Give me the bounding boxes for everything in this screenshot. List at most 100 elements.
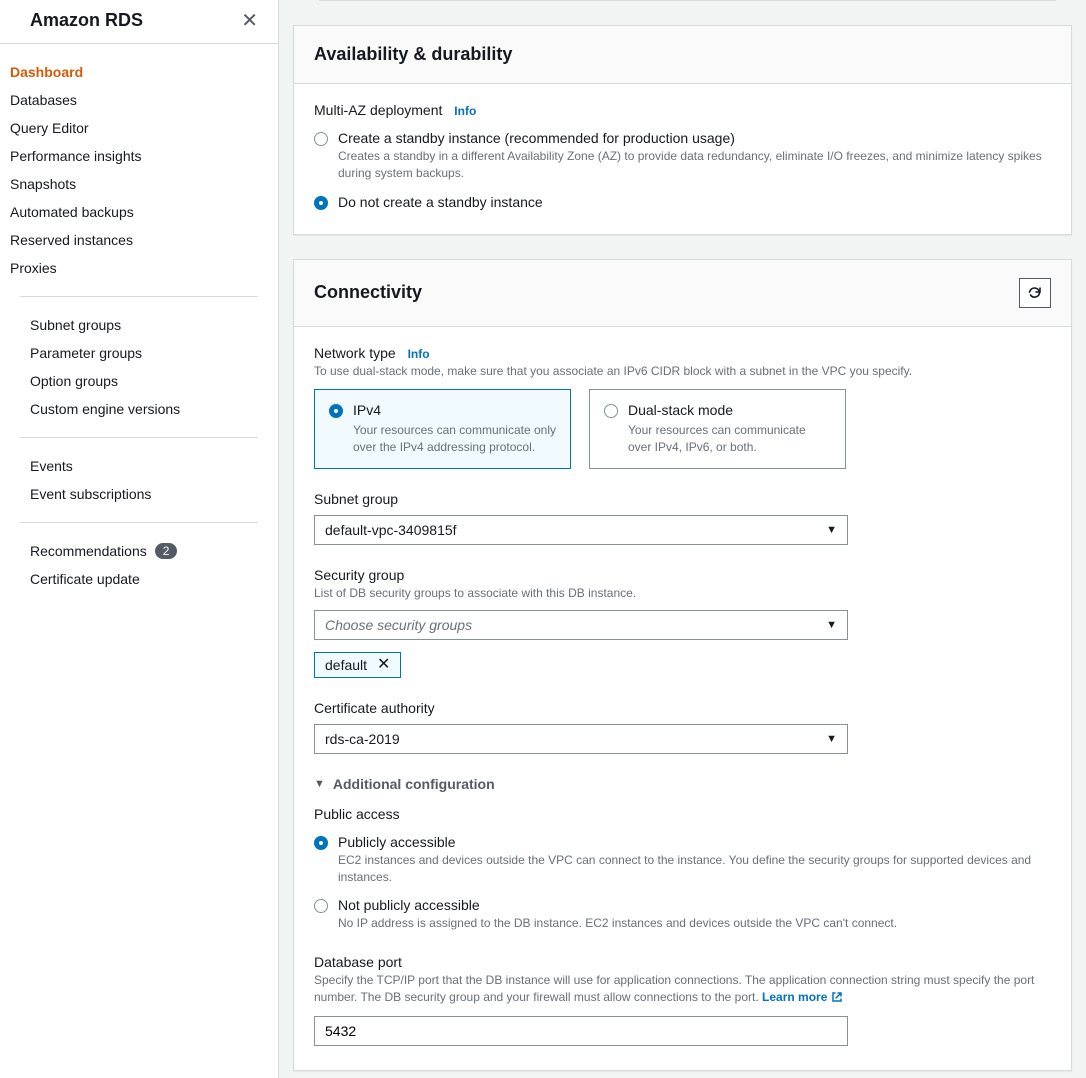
network-type-label: Network type [314, 345, 396, 361]
port-label: Database port [314, 954, 1051, 970]
public-access-label: Public access [314, 806, 1051, 822]
refresh-button[interactable] [1019, 278, 1051, 308]
security-group-select[interactable]: Choose security groups ▼ [314, 610, 848, 640]
public-opt2-title: Not publicly accessible [338, 897, 1051, 913]
availability-header: Availability & durability [294, 26, 1071, 84]
radio-no-standby[interactable]: Do not create a standby instance [314, 194, 1051, 210]
port-help-text: Specify the TCP/IP port that the DB inst… [314, 973, 1034, 1004]
ca-value: rds-ca-2019 [325, 731, 400, 747]
port-help: Specify the TCP/IP port that the DB inst… [314, 972, 1051, 1006]
chip-remove-icon[interactable]: ✕ [377, 657, 390, 673]
network-type-tiles: IPv4 Your resources can communicate only… [314, 389, 1051, 469]
radio-icon [329, 404, 343, 418]
connectivity-header: Connectivity [294, 260, 1071, 327]
close-icon[interactable]: ✕ [241, 11, 258, 31]
ipv4-title: IPv4 [353, 402, 556, 418]
radio-content: Not publicly accessible No IP address is… [338, 897, 1051, 932]
multi-az-label: Multi-AZ deployment [314, 102, 442, 118]
ipv4-desc: Your resources can communicate only over… [353, 422, 556, 456]
certificate-authority-block: Certificate authority rds-ca-2019 ▼ [314, 700, 1051, 754]
radio-icon [314, 836, 328, 850]
security-group-chip: default ✕ [314, 652, 401, 678]
public-access-block: Public access Publicly accessible EC2 in… [314, 806, 1051, 932]
tile-body: IPv4 Your resources can communicate only… [353, 402, 556, 456]
nav-certificate-update[interactable]: Certificate update [20, 565, 258, 593]
connectivity-title: Connectivity [314, 282, 422, 303]
public-opt1-title: Publicly accessible [338, 834, 1051, 850]
radio-not-publicly-accessible[interactable]: Not publicly accessible No IP address is… [314, 897, 1051, 932]
multi-az-label-row: Multi-AZ deployment Info [314, 102, 1051, 118]
public-opt1-desc: EC2 instances and devices outside the VP… [338, 852, 1051, 886]
connectivity-panel: Connectivity Network type Info To use du… [293, 259, 1072, 1071]
subnet-group-select[interactable]: default-vpc-3409815f ▼ [314, 515, 848, 545]
sidebar: Amazon RDS ✕ Dashboard Databases Query E… [0, 0, 279, 1078]
radio-create-standby[interactable]: Create a standby instance (recommended f… [314, 130, 1051, 182]
dual-title: Dual-stack mode [628, 402, 831, 418]
radio-icon [314, 132, 328, 146]
tile-body: Dual-stack mode Your resources can commu… [628, 402, 831, 456]
nav-section-extra: Recommendations 2 Certificate update [20, 522, 258, 607]
network-type-block: Network type Info To use dual-stack mode… [314, 345, 1051, 469]
radio-content: Create a standby instance (recommended f… [338, 130, 1051, 182]
nav-databases[interactable]: Databases [0, 86, 278, 114]
sidebar-title: Amazon RDS [30, 10, 143, 31]
connectivity-body: Network type Info To use dual-stack mode… [294, 327, 1071, 1070]
nav-snapshots[interactable]: Snapshots [0, 170, 278, 198]
main-content: Availability & durability Multi-AZ deplo… [279, 0, 1086, 1078]
nav-proxies[interactable]: Proxies [0, 254, 278, 282]
nav-reserved-instances[interactable]: Reserved instances [0, 226, 278, 254]
dual-desc: Your resources can communicate over IPv4… [628, 422, 831, 456]
nav-section-groups: Subnet groups Parameter groups Option gr… [20, 296, 258, 437]
nav-events[interactable]: Events [20, 452, 258, 480]
nav-query-editor[interactable]: Query Editor [0, 114, 278, 142]
refresh-icon [1027, 285, 1043, 301]
availability-title: Availability & durability [314, 44, 512, 65]
database-port-input[interactable] [314, 1016, 848, 1046]
subnet-group-value: default-vpc-3409815f [325, 522, 457, 538]
security-group-help: List of DB security groups to associate … [314, 585, 1051, 602]
nav-event-subscriptions[interactable]: Event subscriptions [20, 480, 258, 508]
security-group-label: Security group [314, 567, 1051, 583]
learn-more-label: Learn more [762, 989, 827, 1006]
recommendations-badge: 2 [155, 543, 178, 559]
network-type-info-link[interactable]: Info [408, 347, 430, 361]
top-divider [319, 0, 1056, 1]
chip-label: default [325, 657, 367, 673]
nav-subnet-groups[interactable]: Subnet groups [20, 311, 258, 339]
multi-az-info-link[interactable]: Info [454, 104, 476, 118]
security-group-placeholder: Choose security groups [325, 617, 472, 633]
learn-more-link[interactable]: Learn more [762, 989, 843, 1006]
nav-parameter-groups[interactable]: Parameter groups [20, 339, 258, 367]
nav-automated-backups[interactable]: Automated backups [0, 198, 278, 226]
radio-publicly-accessible[interactable]: Publicly accessible EC2 instances and de… [314, 834, 1051, 886]
caret-down-icon: ▼ [826, 733, 837, 745]
ca-select[interactable]: rds-ca-2019 ▼ [314, 724, 848, 754]
nav-recommendations[interactable]: Recommendations 2 [20, 537, 258, 565]
availability-panel: Availability & durability Multi-AZ deplo… [293, 25, 1072, 235]
nav-section-events: Events Event subscriptions [20, 437, 258, 522]
subnet-group-block: Subnet group default-vpc-3409815f ▼ [314, 491, 1051, 545]
create-standby-desc: Creates a standby in a different Availab… [338, 148, 1051, 182]
tile-ipv4[interactable]: IPv4 Your resources can communicate only… [314, 389, 571, 469]
additional-configuration-label: Additional configuration [333, 776, 495, 792]
subnet-group-label: Subnet group [314, 491, 1051, 507]
nav-performance-insights[interactable]: Performance insights [0, 142, 278, 170]
caret-down-icon: ▼ [826, 524, 837, 536]
nav-option-groups[interactable]: Option groups [20, 367, 258, 395]
database-port-block: Database port Specify the TCP/IP port th… [314, 954, 1051, 1046]
nav-dashboard[interactable]: Dashboard [0, 58, 278, 86]
radio-content: Do not create a standby instance [338, 194, 1051, 210]
tile-dual-stack[interactable]: Dual-stack mode Your resources can commu… [589, 389, 846, 469]
ca-label: Certificate authority [314, 700, 1051, 716]
availability-body: Multi-AZ deployment Info Create a standb… [294, 84, 1071, 234]
sidebar-header: Amazon RDS ✕ [0, 0, 278, 44]
radio-icon [604, 404, 618, 418]
radio-icon [314, 196, 328, 210]
radio-content: Publicly accessible EC2 instances and de… [338, 834, 1051, 886]
additional-configuration-toggle[interactable]: ▼ Additional configuration [314, 776, 1051, 792]
no-standby-title: Do not create a standby instance [338, 194, 1051, 210]
nav-custom-engine-versions[interactable]: Custom engine versions [20, 395, 258, 423]
network-type-label-row: Network type Info [314, 345, 1051, 361]
network-type-help: To use dual-stack mode, make sure that y… [314, 363, 1051, 380]
caret-down-icon: ▼ [826, 619, 837, 631]
